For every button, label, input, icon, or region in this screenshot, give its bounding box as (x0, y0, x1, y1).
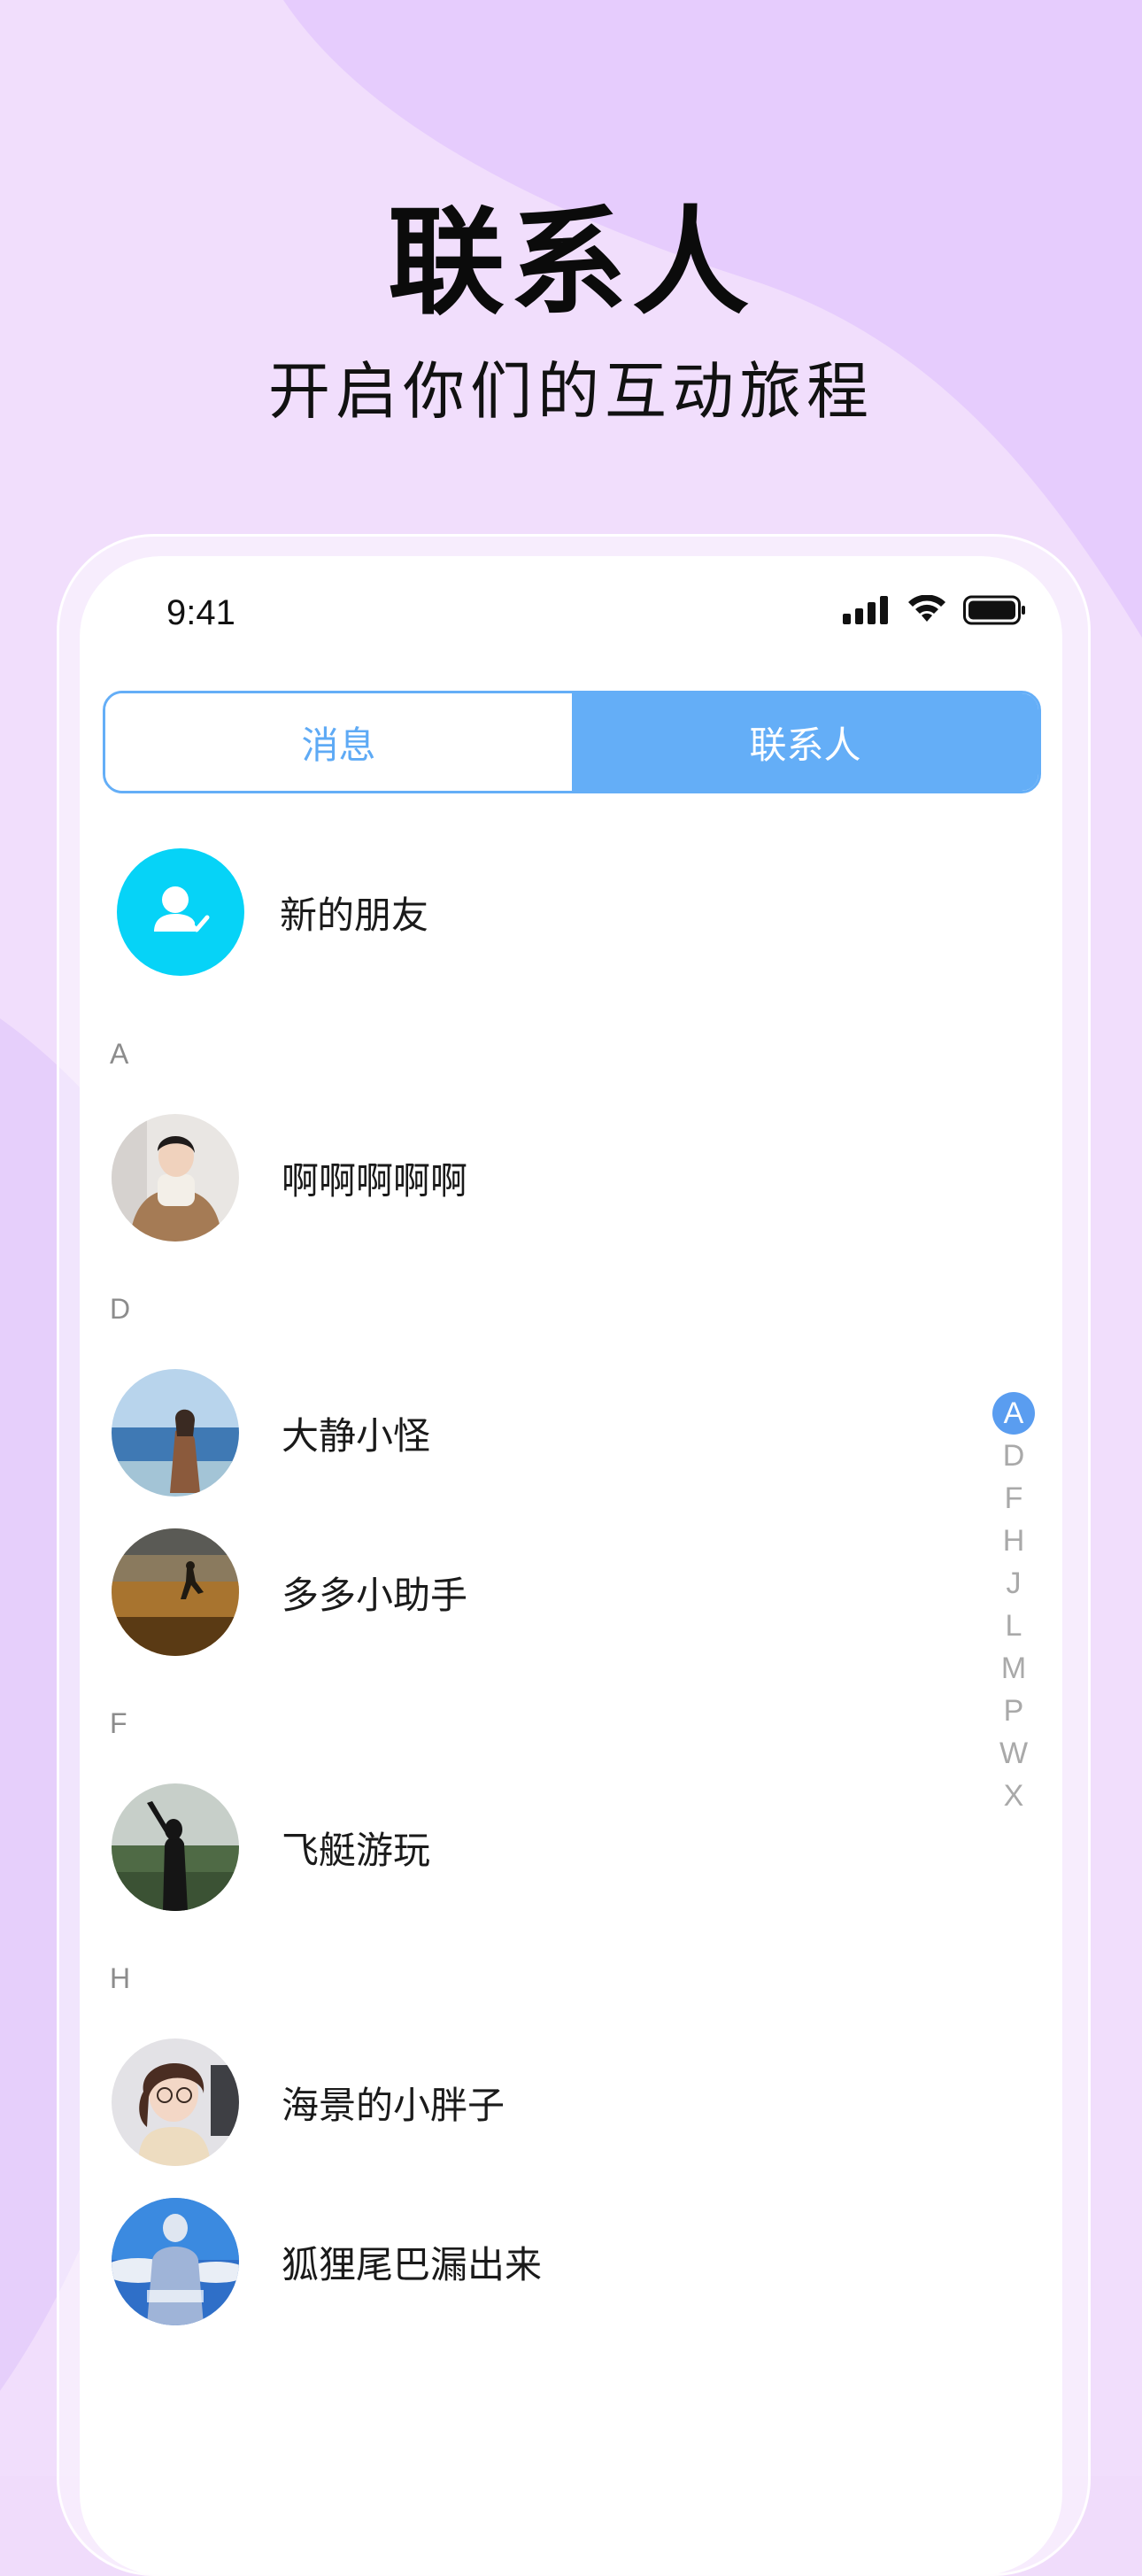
page-subtitle: 开启你们的互动旅程 (268, 355, 874, 428)
contact-name: 大静小怪 (282, 1413, 431, 1458)
index-letter-x[interactable]: X (992, 1775, 1035, 1817)
contact-item[interactable]: 海景的小胖子 (112, 2038, 505, 2166)
tab-switcher: 消息 联系人 (103, 691, 1041, 793)
avatar (112, 1528, 239, 1656)
avatar (112, 2038, 239, 2166)
index-letter-p[interactable]: P (992, 1690, 1035, 1732)
index-letter-h[interactable]: H (992, 1520, 1035, 1562)
avatar (112, 1783, 239, 1911)
phone-screen: 9:41 消息 联系人 新的朋友 A 啊啊啊啊啊 D 大静小怪 多多小助手 F … (80, 556, 1062, 2575)
new-friend-row[interactable]: 新的朋友 (117, 848, 428, 976)
avatar (112, 1369, 239, 1497)
index-letter-d[interactable]: D (992, 1435, 1035, 1477)
contact-name: 啊啊啊啊啊 (282, 1158, 468, 1203)
new-friend-avatar (117, 848, 244, 976)
contact-item[interactable]: 大静小怪 (112, 1369, 430, 1497)
index-letter-w[interactable]: W (992, 1732, 1035, 1775)
alphabet-index: A D F H J L M P W X (990, 1392, 1038, 1817)
index-letter-m[interactable]: M (992, 1647, 1035, 1690)
status-icons (843, 595, 1027, 625)
section-header-f: F (110, 1707, 127, 1739)
contact-name: 多多小助手 (282, 1573, 468, 1617)
page-title: 联系人 (388, 195, 754, 331)
battery-icon (963, 595, 1025, 625)
avatar (112, 1114, 239, 1242)
new-friend-label: 新的朋友 (280, 893, 429, 937)
contact-item[interactable]: 飞艇游玩 (112, 1783, 430, 1911)
contact-item[interactable]: 多多小助手 (112, 1528, 467, 1656)
contact-item[interactable]: 狐狸尾巴漏出来 (112, 2198, 542, 2325)
avatar (112, 2198, 239, 2325)
index-letter-f[interactable]: F (992, 1477, 1035, 1520)
tab-messages[interactable]: 消息 (105, 693, 572, 791)
index-letter-j[interactable]: J (992, 1562, 1035, 1605)
index-letter-a[interactable]: A (992, 1392, 1035, 1435)
contact-name: 海景的小胖子 (282, 2083, 505, 2127)
contact-name: 狐狸尾巴漏出来 (282, 2242, 543, 2286)
signal-icon (843, 596, 888, 624)
status-time: 9:41 (166, 593, 235, 632)
section-header-d: D (110, 1293, 131, 1325)
section-header-a: A (110, 1038, 129, 1070)
contact-item[interactable]: 啊啊啊啊啊 (112, 1114, 467, 1242)
user-check-icon (154, 886, 210, 932)
index-letter-l[interactable]: L (992, 1605, 1035, 1647)
wifi-icon (908, 595, 945, 622)
section-header-h: H (110, 1962, 131, 1994)
tab-contacts[interactable]: 联系人 (572, 693, 1038, 791)
contact-name: 飞艇游玩 (282, 1828, 431, 1872)
